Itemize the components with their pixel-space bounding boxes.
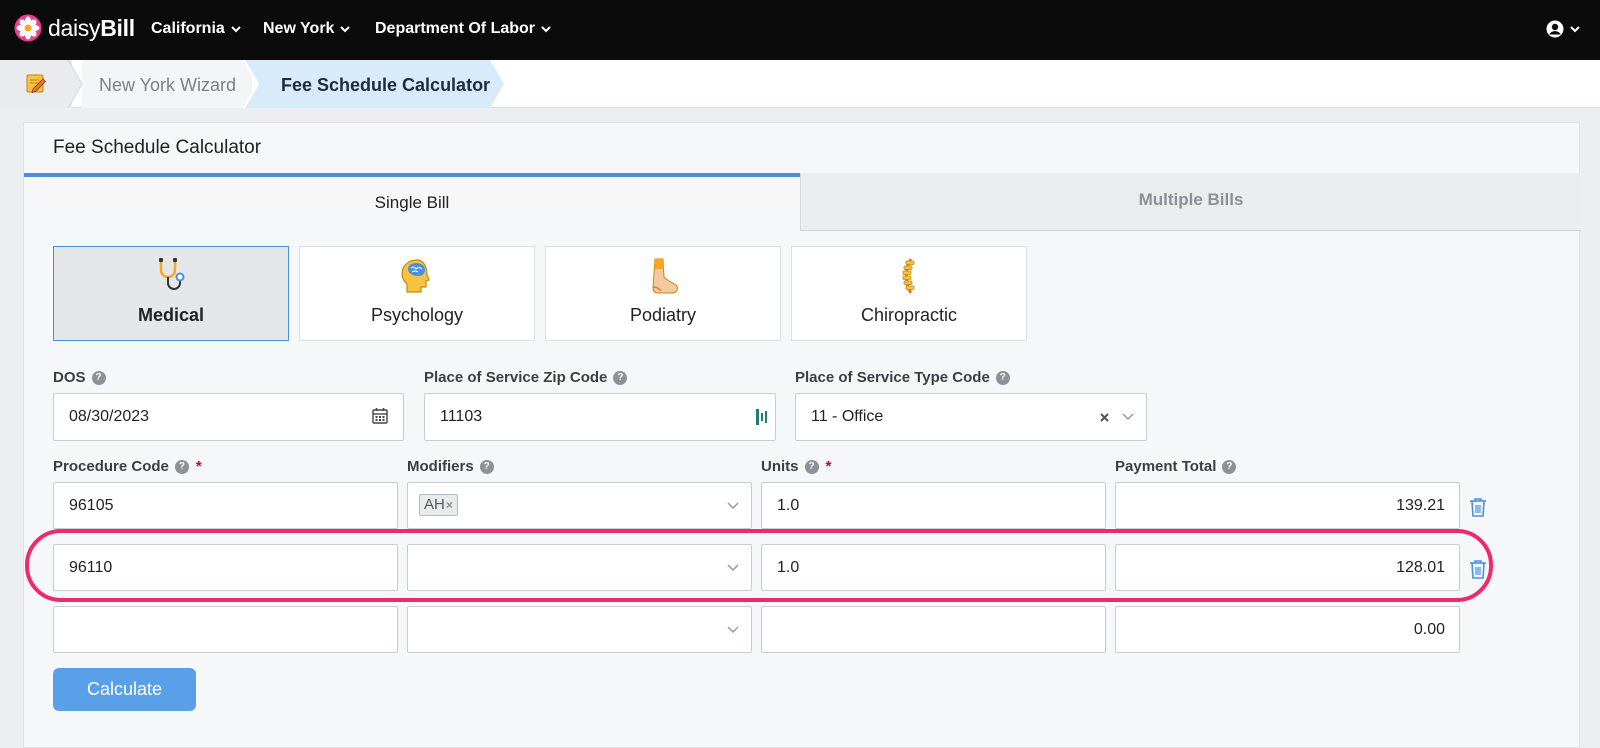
- help-icon[interactable]: ?: [995, 370, 1010, 385]
- top-nav-bar: daisyBill California New York Department…: [0, 0, 1600, 60]
- clear-icon[interactable]: [1100, 413, 1109, 422]
- zip-code-value: 11103: [440, 408, 483, 425]
- specialty-label: Podiatry: [629, 305, 697, 325]
- modifiers-select[interactable]: [407, 606, 752, 653]
- breadcrumb-home[interactable]: [0, 60, 72, 108]
- pos-type-label: Place of Service Type Code?: [795, 369, 1010, 386]
- payment-total-value: 0.00: [1413, 621, 1445, 638]
- help-icon[interactable]: ?: [479, 459, 494, 474]
- modifiers-select[interactable]: AH×: [407, 482, 752, 529]
- user-circle-icon: [1546, 20, 1564, 38]
- pos-type-value: 11 - Office: [811, 408, 884, 425]
- calendar-icon[interactable]: [372, 407, 388, 424]
- nav-new-york-menu[interactable]: New York: [263, 20, 351, 38]
- specialty-chiropractic[interactable]: Chiropractic: [791, 246, 1027, 341]
- specialty-label: Medical: [137, 305, 205, 325]
- specialty-psychology[interactable]: Psychology: [299, 246, 535, 341]
- autofill-icon[interactable]: [755, 408, 769, 426]
- chevron-down-icon: [541, 25, 551, 32]
- remove-tag-icon[interactable]: ×: [446, 498, 453, 512]
- help-icon[interactable]: ?: [1222, 459, 1237, 474]
- procedure-code-label: Procedure Code? *: [53, 458, 202, 475]
- modifier-tag[interactable]: AH×: [419, 494, 458, 516]
- dos-value: 08/30/2023: [69, 408, 150, 425]
- help-icon[interactable]: ?: [804, 459, 819, 474]
- chevron-down-icon[interactable]: [1122, 413, 1134, 421]
- required-marker: *: [825, 458, 832, 475]
- trash-icon[interactable]: [1469, 497, 1487, 517]
- payment-total-field: 139.21: [1115, 482, 1460, 529]
- user-account-menu[interactable]: [1546, 20, 1580, 38]
- units-label: Units? *: [761, 458, 832, 475]
- daisy-logo-icon: [14, 14, 42, 42]
- stethoscope-icon: [159, 258, 185, 290]
- chevron-down-icon: [340, 25, 351, 32]
- procedure-code-value: 96105: [69, 497, 114, 514]
- breadcrumb-item-label: Fee Schedule Calculator: [281, 75, 491, 95]
- zip-code-input[interactable]: 11103: [424, 393, 776, 441]
- breadcrumb-item-label[interactable]: New York Wizard: [99, 75, 236, 96]
- help-icon[interactable]: ?: [613, 370, 628, 385]
- brand-name: daisyBill: [48, 14, 135, 41]
- payment-total-label: Payment Total?: [1115, 458, 1237, 475]
- nav-california-menu[interactable]: California: [151, 20, 241, 38]
- dos-label: DOS?: [53, 369, 106, 386]
- brain-head-icon: [401, 259, 430, 293]
- pos-type-select[interactable]: 11 - Office: [795, 393, 1147, 441]
- zip-code-label: Place of Service Zip Code?: [424, 369, 628, 386]
- procedure-code-input[interactable]: 96105: [53, 482, 398, 529]
- modifiers-label: Modifiers?: [407, 458, 494, 475]
- procedure-code-input[interactable]: [53, 606, 398, 653]
- panel-title: Fee Schedule Calculator: [53, 137, 262, 158]
- chevron-down-icon: [1570, 25, 1580, 32]
- help-icon[interactable]: ?: [174, 459, 189, 474]
- payment-total-field: 0.00: [1115, 606, 1460, 653]
- chevron-down-icon[interactable]: [727, 502, 739, 510]
- specialty-podiatry[interactable]: Podiatry: [545, 246, 781, 341]
- calculate-button[interactable]: Calculate: [53, 668, 196, 711]
- notepad-pencil-icon: [26, 74, 47, 94]
- required-marker: *: [195, 458, 202, 475]
- help-icon[interactable]: ?: [91, 370, 106, 385]
- units-input[interactable]: 1.0: [761, 482, 1106, 529]
- fee-schedule-panel: Fee Schedule Calculator Single Bill Mult…: [23, 122, 1581, 748]
- spine-icon: [902, 258, 915, 294]
- tab-single-bill[interactable]: Single Bill: [24, 173, 800, 231]
- specialty-label: Psychology: [370, 305, 464, 325]
- brand-logo[interactable]: daisyBill: [14, 14, 135, 42]
- specialty-medical[interactable]: Medical: [53, 246, 289, 341]
- foot-icon: [652, 258, 678, 294]
- nav-department-of-labor-menu[interactable]: Department Of Labor: [375, 20, 551, 38]
- units-value: 1.0: [777, 497, 800, 514]
- units-input[interactable]: [761, 606, 1106, 653]
- chevron-down-icon[interactable]: [727, 626, 739, 634]
- tab-multiple-bills[interactable]: Multiple Bills: [800, 173, 1581, 231]
- row-highlight-annotation: [25, 529, 1493, 602]
- dos-date-input[interactable]: 08/30/2023: [53, 393, 404, 441]
- payment-total-value: 139.21: [1396, 497, 1445, 514]
- specialty-label: Chiropractic: [860, 305, 958, 325]
- breadcrumb: New York Wizard Fee Schedule Calculator: [0, 60, 1600, 108]
- chevron-down-icon: [231, 25, 241, 32]
